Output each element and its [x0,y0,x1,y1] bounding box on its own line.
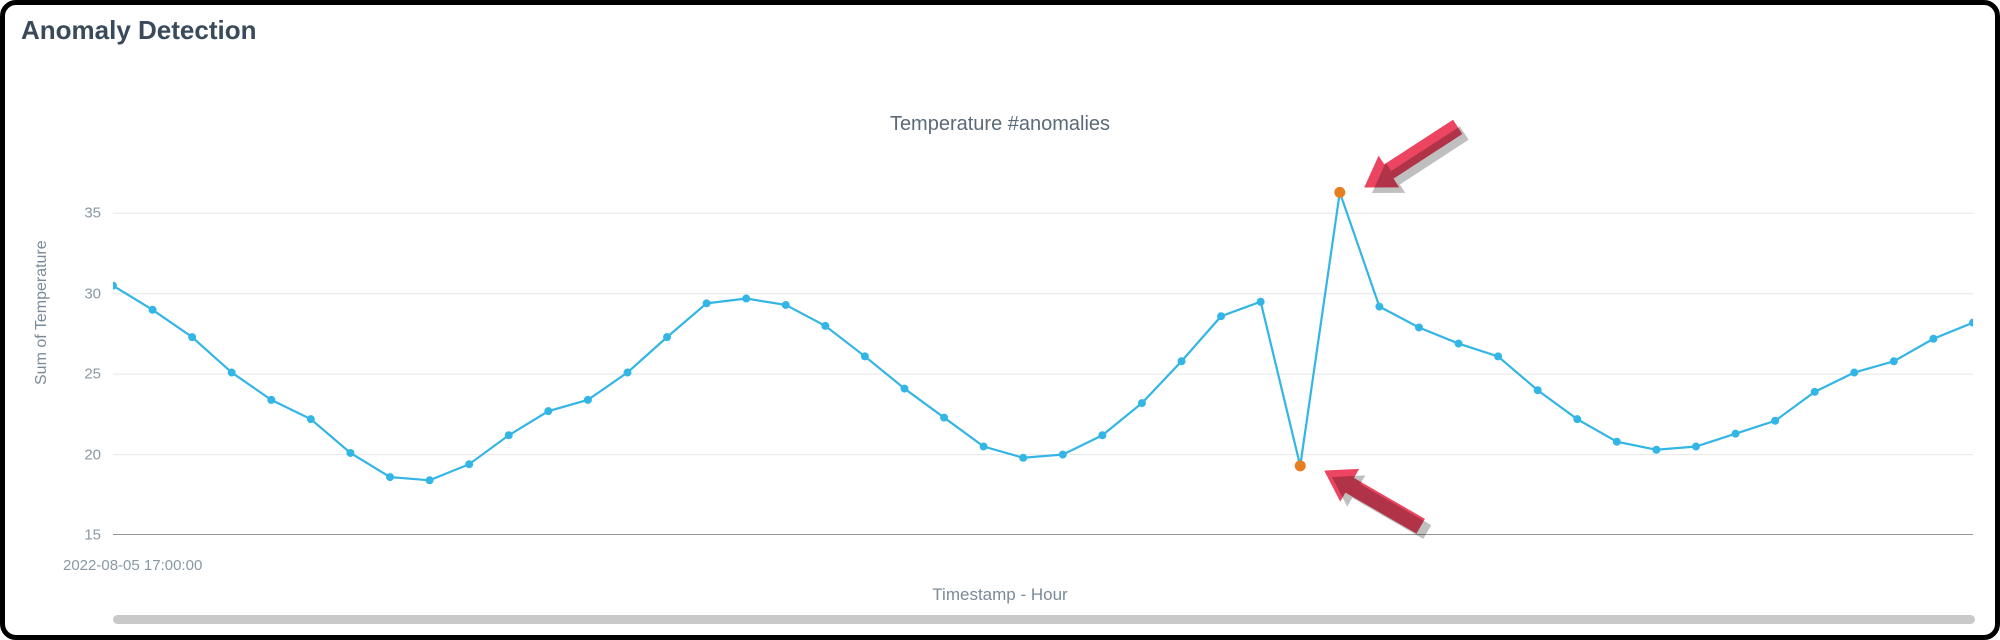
x-first-tick: 2022-08-05 17:00:00 [63,557,202,574]
y-tick: 25 [71,366,101,383]
anomaly-arrow-icon [1355,117,1495,207]
y-tick: 20 [71,446,101,463]
line-chart [113,165,1973,535]
y-axis-label: Sum of Temperature [33,240,51,385]
y-tick: 15 [71,527,101,544]
y-tick: 35 [71,205,101,222]
y-tick: 30 [71,285,101,302]
panel-title: Anomaly Detection [21,15,257,46]
x-axis-label: Timestamp - Hour [5,585,1995,605]
anomaly-chart-frame: { "panel": { "title": "Anomaly Detection… [0,0,2000,640]
horizontal-scrollbar[interactable] [113,615,1975,624]
anomaly-arrow-icon [1315,451,1455,541]
chart-title: Temperature #anomalies [5,113,1995,136]
